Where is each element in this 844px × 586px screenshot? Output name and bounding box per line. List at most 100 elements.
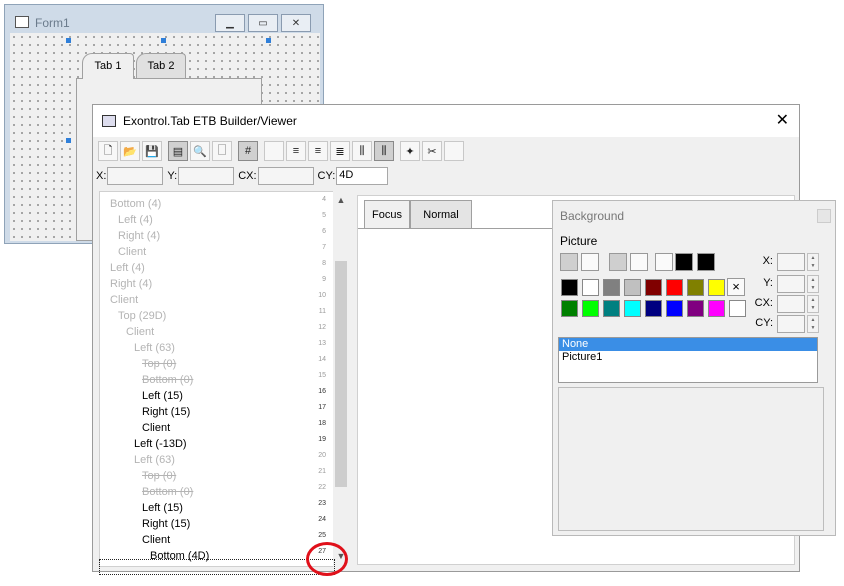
tree-row[interactable]: Client	[126, 324, 154, 340]
tree-row[interactable]: Bottom (0)	[142, 484, 193, 500]
fit-mode-icon[interactable]	[609, 253, 627, 271]
resize-handle[interactable]	[161, 38, 166, 43]
minimize-button[interactable]: ▁	[215, 14, 245, 32]
tree-row[interactable]: Right (15)	[142, 404, 190, 420]
cx-field[interactable]	[777, 295, 805, 313]
cy-field[interactable]: 4D	[336, 167, 389, 185]
pattern-icon[interactable]	[655, 253, 673, 271]
properties-icon[interactable]: ▤	[168, 141, 188, 161]
color-swatch[interactable]	[708, 300, 725, 317]
maximize-button[interactable]: ▭	[248, 14, 278, 32]
preview-tab-focus[interactable]: Focus	[364, 200, 410, 228]
tree-row[interactable]: Left (63)	[134, 340, 175, 356]
color-swatch[interactable]	[645, 300, 662, 317]
color-swatch[interactable]	[624, 279, 641, 296]
tree-row[interactable]: Left (-13D)	[134, 436, 187, 452]
new-item-icon[interactable]: ✦	[400, 141, 420, 161]
color-swatch[interactable]	[561, 300, 578, 317]
close-button[interactable]: ✕	[281, 14, 311, 32]
tree-row[interactable]: Top (0)	[142, 356, 176, 372]
scroll-up-icon[interactable]: ▲	[335, 195, 347, 205]
tree-row[interactable]: Left (15)	[142, 388, 183, 404]
tree-line-number: 24	[318, 516, 326, 523]
align-top-icon[interactable]: ⫼	[352, 141, 372, 161]
color-swatch[interactable]	[687, 279, 704, 296]
tile-mode-icon[interactable]	[560, 253, 578, 271]
close-icon[interactable]: ✕	[776, 110, 789, 130]
cx-field[interactable]	[257, 167, 314, 185]
y-field[interactable]	[178, 167, 235, 185]
tree-row[interactable]: Bottom (4)	[110, 196, 161, 212]
x-field[interactable]	[777, 253, 805, 271]
align-bottom-icon[interactable]: ⫼	[374, 141, 394, 161]
tree-row[interactable]: Right (15)	[142, 516, 190, 532]
resize-handle[interactable]	[266, 38, 271, 43]
tree-row[interactable]: Top (0)	[142, 468, 176, 484]
resize-handle[interactable]	[66, 138, 71, 143]
resize-handle[interactable]	[66, 38, 71, 43]
tree-row[interactable]: Client	[142, 420, 170, 436]
color-swatch[interactable]	[666, 300, 683, 317]
y-spinner[interactable]: ▲ ▼	[807, 275, 819, 293]
x-spinner[interactable]: ▲ ▼	[807, 253, 819, 271]
color-swatch[interactable]	[666, 279, 683, 296]
stretch-mode-icon[interactable]	[630, 253, 648, 271]
new-icon[interactable]: 🗋	[98, 141, 118, 161]
x-field[interactable]	[107, 167, 164, 185]
cx-spinner[interactable]: ▲ ▼	[807, 295, 819, 313]
builder-titlebar[interactable]: Exontrol.Tab ETB Builder/Viewer ✕	[93, 105, 799, 137]
align-right-icon[interactable]: ≡	[308, 141, 328, 161]
blank-button[interactable]	[444, 141, 464, 161]
color-swatch[interactable]	[582, 300, 599, 317]
tree-row[interactable]: Left (63)	[134, 452, 175, 468]
tree-row[interactable]: Client	[110, 292, 138, 308]
blank-button[interactable]	[264, 141, 284, 161]
color-swatch[interactable]	[603, 300, 620, 317]
color-swatch[interactable]	[624, 300, 641, 317]
tree-row[interactable]: Left (4)	[118, 212, 153, 228]
color-swatch[interactable]	[561, 279, 578, 296]
close-button[interactable]	[817, 209, 831, 223]
tree-row[interactable]: Top (29D)	[118, 308, 166, 324]
tree-row[interactable]: Right (4)	[118, 228, 160, 244]
tree-row[interactable]: Right (4)	[110, 276, 152, 292]
background-panel-header[interactable]: Background	[553, 201, 835, 231]
tab-1[interactable]: Tab 1	[82, 53, 134, 79]
black-fill-icon[interactable]	[675, 253, 693, 271]
tree-row[interactable]: Left (4)	[110, 260, 145, 276]
save-icon[interactable]: 💾	[142, 141, 162, 161]
tree-row[interactable]: Bottom (0)	[142, 372, 193, 388]
tab-2[interactable]: Tab 2	[136, 53, 186, 79]
tree-scrollbar[interactable]: ▲ ▼	[333, 191, 349, 567]
tree-row[interactable]: Client	[118, 244, 146, 260]
color-swatch[interactable]	[708, 279, 725, 296]
cy-field[interactable]	[777, 315, 805, 333]
align-justify-icon[interactable]: ≣	[330, 141, 350, 161]
align-left-icon[interactable]: ≡	[286, 141, 306, 161]
preview-tab-normal[interactable]: Normal	[410, 200, 472, 228]
color-swatch[interactable]	[687, 300, 704, 317]
tree-row[interactable]: Client	[142, 532, 170, 548]
color-swatch[interactable]	[582, 279, 599, 296]
color-swatch[interactable]	[729, 300, 746, 317]
black-border-icon[interactable]	[697, 253, 715, 271]
page-icon[interactable]: 🗌	[212, 141, 232, 161]
zoom-icon[interactable]: 🔍	[190, 141, 210, 161]
list-item[interactable]: None	[559, 338, 817, 351]
tree-row[interactable]: Left (15)	[142, 500, 183, 516]
y-field[interactable]	[777, 275, 805, 293]
list-item[interactable]: Picture1	[559, 351, 817, 364]
background-panel[interactable]: Background Picture × X: ▲ ▼ Y: ▲ ▼ CX: ▲ ▼ …	[552, 200, 836, 536]
app-icon	[102, 115, 116, 127]
grid-icon[interactable]: #	[238, 141, 258, 161]
clear-color-button[interactable]: ×	[727, 278, 745, 296]
open-folder-icon[interactable]: 📂	[120, 141, 140, 161]
window-mode-icon[interactable]	[581, 253, 599, 271]
layout-tree[interactable]: Bottom (4) 4 Left (4) 5 Right (4) 6 Client 7 Lef…	[99, 191, 339, 567]
cy-spinner[interactable]: ▲ ▼	[807, 315, 819, 333]
picture-list[interactable]: None Picture1	[558, 337, 818, 383]
cut-icon[interactable]: ✂	[422, 141, 442, 161]
color-swatch[interactable]	[645, 279, 662, 296]
color-swatch[interactable]	[603, 279, 620, 296]
scroll-thumb[interactable]	[335, 261, 347, 487]
